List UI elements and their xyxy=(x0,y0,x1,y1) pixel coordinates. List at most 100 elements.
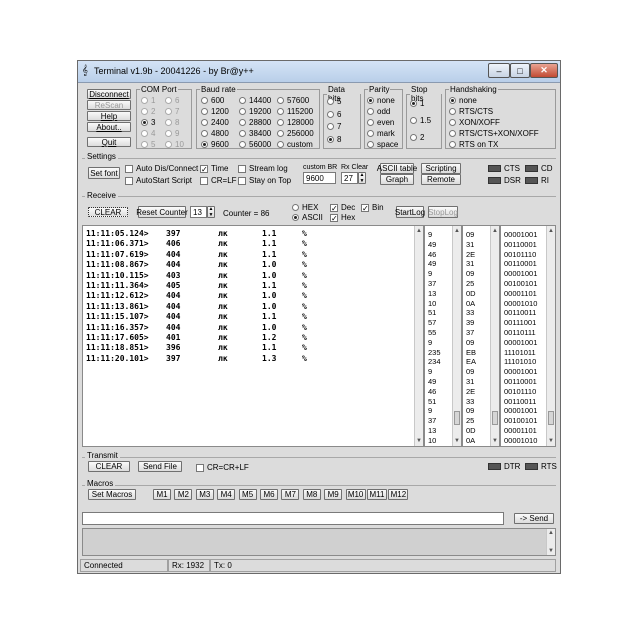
scroll-down-icon[interactable]: ▼ xyxy=(454,438,460,444)
handshaking-radio-3[interactable]: RTS/CTS+XON/XOFF xyxy=(449,129,539,138)
macro-button-m2[interactable]: M2 xyxy=(174,489,193,500)
baud-radio-19200-dot[interactable] xyxy=(239,108,246,115)
cr-lf-checkbox[interactable]: CR=LF xyxy=(200,176,237,185)
transmit-scrollbar[interactable]: ▲ ▼ xyxy=(546,529,555,555)
baud-radio-1200-dot[interactable] xyxy=(201,108,208,115)
send-file-button[interactable]: Send File xyxy=(138,461,182,472)
baud-radio-4800[interactable]: 4800 xyxy=(201,129,229,138)
baud-radio-14400-dot[interactable] xyxy=(239,97,246,104)
hex-scroll-thumb[interactable] xyxy=(492,411,498,425)
stop-bits-radio-1-dot[interactable] xyxy=(410,100,417,107)
macro-button-m12[interactable]: M12 xyxy=(388,489,409,500)
com-port-radio-6[interactable]: 6 xyxy=(165,96,179,105)
dec-scroll-thumb[interactable] xyxy=(454,411,460,425)
scroll-up-icon[interactable]: ▲ xyxy=(454,228,460,234)
close-button[interactable]: ✕ xyxy=(530,63,558,78)
parity-radio-none[interactable]: none xyxy=(367,96,395,105)
stop-bits-radio-1.5-dot[interactable] xyxy=(410,117,417,124)
data-bits-radio-8-dot[interactable] xyxy=(327,135,334,143)
baud-radio-9600-dot[interactable] xyxy=(201,141,208,148)
autostart-script-box[interactable] xyxy=(125,176,133,185)
data-bits-radio-8[interactable]: 8 xyxy=(327,135,341,144)
parity-radio-odd[interactable]: odd xyxy=(367,107,390,116)
counter-spin-input[interactable]: 13 xyxy=(190,206,207,218)
help-button[interactable]: Help xyxy=(87,111,131,121)
data-bits-radio-5[interactable]: 5 xyxy=(327,97,341,106)
bin-checkbox[interactable]: ✓ Bin xyxy=(361,203,384,212)
handshaking-radio-2-dot[interactable] xyxy=(449,119,456,126)
com-port-radio-10-dot[interactable] xyxy=(165,141,172,148)
hex-radio-dot[interactable] xyxy=(292,204,299,211)
hex-column-pane[interactable]: 09 31 2E 31 09 25 0D 0A 33 39 37 09 EB EA 09 31 2E 33 09 25… xyxy=(462,225,500,447)
stay-on-top-checkbox[interactable]: Stay on Top xyxy=(238,176,291,185)
minimize-button[interactable]: ‒ xyxy=(488,63,510,78)
parity-radio-space-dot[interactable] xyxy=(367,141,374,148)
graph-button[interactable]: Graph xyxy=(380,174,414,185)
com-port-radio-2[interactable]: 2 xyxy=(141,107,155,116)
com-port-radio-3-dot[interactable] xyxy=(141,119,148,126)
com-port-radio-10[interactable]: 10 xyxy=(165,140,184,149)
baud-radio-custom[interactable]: custom xyxy=(277,140,313,149)
baud-radio-56000[interactable]: 56000 xyxy=(239,140,271,149)
baud-radio-2400-dot[interactable] xyxy=(201,119,208,126)
com-port-radio-8-dot[interactable] xyxy=(165,119,172,126)
autostart-script-checkbox[interactable]: AutoStart Script xyxy=(125,176,192,185)
baud-radio-256000[interactable]: 256000 xyxy=(277,129,314,138)
baud-radio-2400[interactable]: 2400 xyxy=(201,118,229,127)
ascii-radio[interactable]: ASCII xyxy=(292,213,323,222)
com-port-radio-6-dot[interactable] xyxy=(165,97,172,104)
baud-radio-28800-dot[interactable] xyxy=(239,119,246,126)
baud-radio-57600[interactable]: 57600 xyxy=(277,96,309,105)
stop-log-button[interactable]: StopLog xyxy=(428,206,458,218)
com-port-radio-7[interactable]: 7 xyxy=(165,107,179,116)
stop-bits-radio-1[interactable]: 1 xyxy=(410,99,424,108)
stop-bits-radio-2[interactable]: 2 xyxy=(410,133,424,142)
bin-scroll-thumb[interactable] xyxy=(548,411,554,425)
start-log-button[interactable]: StartLog xyxy=(395,206,425,218)
bin-column-pane[interactable]: 00001001 00110001 00101110 00110001 00001001… xyxy=(500,225,556,447)
data-bits-radio-6-dot[interactable] xyxy=(327,110,334,118)
dec-scrollbar[interactable]: ▲ ▼ xyxy=(452,226,461,446)
data-bits-radio-7-dot[interactable] xyxy=(327,123,334,130)
scripting-button[interactable]: Scripting xyxy=(421,163,461,174)
baud-radio-56000-dot[interactable] xyxy=(239,141,246,148)
baud-radio-115200[interactable]: 115200 xyxy=(277,107,313,116)
scroll-down-icon[interactable]: ▼ xyxy=(416,438,422,444)
macro-button-m3[interactable]: M3 xyxy=(195,489,214,500)
hex-box[interactable]: ✓ xyxy=(330,213,338,222)
spin-down-icon[interactable]: ▼ xyxy=(360,178,365,184)
custom-br-input[interactable]: 9600 xyxy=(303,172,336,184)
dec-checkbox[interactable]: ✓ Dec xyxy=(330,203,355,212)
parity-radio-mark[interactable]: mark xyxy=(367,129,395,138)
receive-log[interactable]: 11:11:05.124> 397 лк 1.1% 11:11:06.371> 406 лк… xyxy=(82,225,424,447)
com-port-radio-5-dot[interactable] xyxy=(141,141,148,148)
baud-radio-600-dot[interactable] xyxy=(201,97,208,104)
hex-checkbox[interactable]: ✓ Hex xyxy=(330,213,355,222)
macro-button-m6[interactable]: M6 xyxy=(260,489,278,500)
baud-radio-600[interactable]: 600 xyxy=(201,96,224,105)
spin-down-icon[interactable]: ▼ xyxy=(209,212,214,218)
hex-scrollbar[interactable]: ▲ ▼ xyxy=(490,226,499,446)
stream-log-box[interactable] xyxy=(238,164,246,173)
com-port-radio-8[interactable]: 8 xyxy=(165,118,179,127)
scroll-up-icon[interactable]: ▲ xyxy=(416,228,422,234)
macro-button-m9[interactable]: M9 xyxy=(324,489,343,500)
baud-radio-4800-dot[interactable] xyxy=(201,130,208,137)
data-bits-radio-5-dot[interactable] xyxy=(327,98,334,105)
baud-radio-38400-dot[interactable] xyxy=(239,130,246,137)
rescan-button[interactable]: ReScan xyxy=(87,100,131,110)
set-font-button[interactable]: Set font xyxy=(88,167,120,179)
baud-radio-9600[interactable]: 9600 xyxy=(201,140,229,149)
com-port-radio-1[interactable]: 1 xyxy=(141,96,155,105)
scroll-up-icon[interactable]: ▲ xyxy=(492,228,498,234)
rx-clear-input[interactable]: 27 xyxy=(341,172,358,184)
time-box[interactable]: ✓ xyxy=(200,164,208,173)
com-port-radio-2-dot[interactable] xyxy=(141,108,148,115)
com-port-radio-3[interactable]: 3 xyxy=(141,118,155,127)
parity-radio-mark-dot[interactable] xyxy=(367,130,374,137)
parity-radio-space[interactable]: space xyxy=(367,140,398,149)
parity-radio-odd-dot[interactable] xyxy=(367,108,374,115)
macro-button-m11[interactable]: M11 xyxy=(367,489,387,500)
bin-scrollbar[interactable]: ▲ ▼ xyxy=(546,226,555,446)
handshaking-radio-4-dot[interactable] xyxy=(449,141,456,148)
